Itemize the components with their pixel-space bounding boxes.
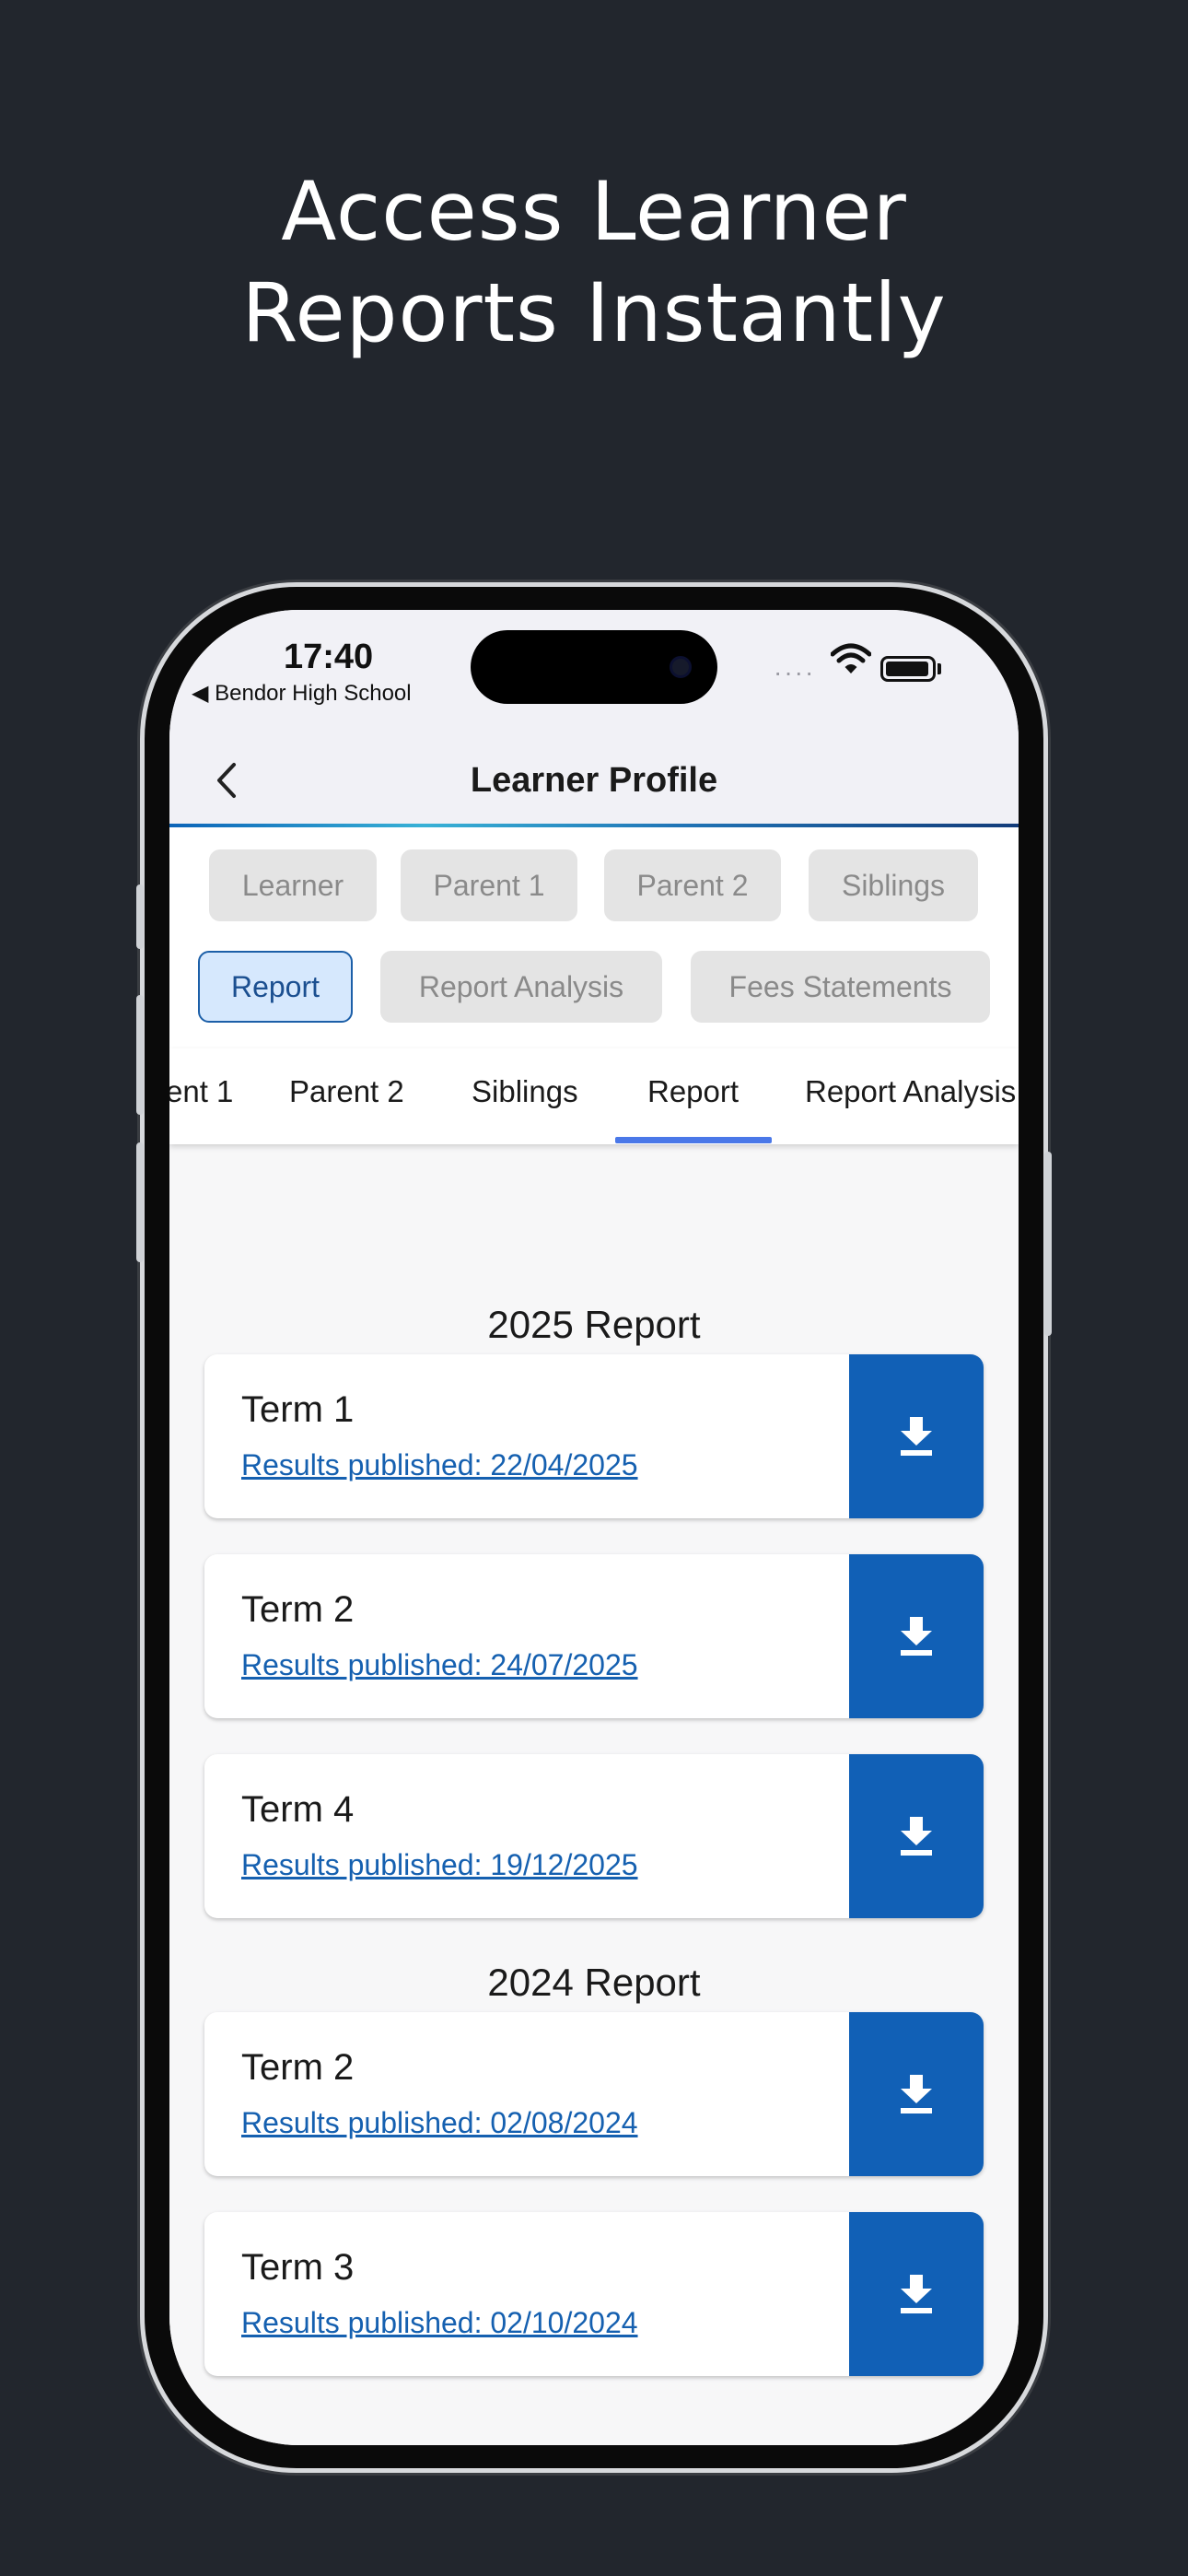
dynamic-island xyxy=(471,630,717,704)
chip-label: Siblings xyxy=(841,868,946,902)
chip-label: Parent 2 xyxy=(636,868,749,902)
chip-siblings[interactable]: Siblings xyxy=(809,849,978,921)
chip-label: Fees Statements xyxy=(728,969,952,1003)
report-card: Term 3 Results published: 02/10/2024 xyxy=(204,2212,984,2376)
chip-label: Report Analysis xyxy=(418,969,624,1003)
report-card: Term 1 Results published: 22/04/2025 xyxy=(204,1354,984,1518)
report-card: Term 4 Results published: 19/12/2025 xyxy=(204,1754,984,1918)
tab-bar: ent 1 Parent 2 Siblings Report Report An… xyxy=(169,1048,1019,1144)
download-icon xyxy=(901,1417,932,1456)
tab-indicator xyxy=(615,1137,772,1143)
chip-label: Parent 1 xyxy=(433,868,545,902)
chip-report[interactable]: Report xyxy=(198,951,353,1023)
term-label: Term 2 xyxy=(241,2047,355,2088)
published-date-link[interactable]: Results published: 02/10/2024 xyxy=(241,2306,638,2340)
tab-parent-1[interactable]: ent 1 xyxy=(169,1074,233,1109)
term-label: Term 2 xyxy=(241,1589,355,1630)
chip-label: Learner xyxy=(241,868,344,902)
phone-volume-up-button xyxy=(136,995,144,1115)
download-button[interactable] xyxy=(849,1554,984,1718)
phone-screen: 17:40 ◀ Bendor High School ···· Learner … xyxy=(169,610,1019,2445)
nav-bar: Learner Profile xyxy=(169,739,1019,824)
download-icon xyxy=(901,1817,932,1856)
term-label: Term 1 xyxy=(241,1389,355,1430)
chip-parent-2[interactable]: Parent 2 xyxy=(604,849,781,921)
cellular-signal-icon: ···· xyxy=(774,658,816,686)
download-button[interactable] xyxy=(849,2012,984,2176)
battery-cap xyxy=(938,663,941,674)
phone-silent-switch xyxy=(136,884,144,949)
wifi-icon xyxy=(831,643,871,673)
promo-headline-line-2: Reports Instantly xyxy=(241,265,947,360)
published-date-link[interactable]: Results published: 24/07/2025 xyxy=(241,1648,638,1682)
page-title: Learner Profile xyxy=(470,761,718,800)
battery-icon xyxy=(880,656,936,682)
published-date-link[interactable]: Results published: 22/04/2025 xyxy=(241,1448,638,1482)
promo-headline: Access Learner Reports Instantly xyxy=(0,161,1188,364)
download-icon xyxy=(901,2075,932,2113)
tab-siblings[interactable]: Siblings xyxy=(472,1074,578,1109)
status-bar: 17:40 ◀ Bendor High School ···· xyxy=(169,610,1019,739)
back-to-app-link[interactable]: ◀ Bendor High School xyxy=(192,680,412,707)
phone-volume-down-button xyxy=(136,1142,144,1262)
camera-icon xyxy=(670,656,692,678)
report-card: Term 2 Results published: 24/07/2025 xyxy=(204,1554,984,1718)
promo-headline-line-1: Access Learner xyxy=(281,164,907,259)
report-year-title: 2024 Report xyxy=(487,1961,701,2004)
download-button[interactable] xyxy=(849,2212,984,2376)
phone-power-button xyxy=(1044,1152,1052,1336)
published-date-link[interactable]: Results published: 02/08/2024 xyxy=(241,2106,638,2140)
download-icon xyxy=(901,1617,932,1656)
chip-fees-statements[interactable]: Fees Statements xyxy=(691,951,990,1023)
report-card: Term 2 Results published: 02/08/2024 xyxy=(204,2012,984,2176)
tab-parent-2[interactable]: Parent 2 xyxy=(289,1074,404,1109)
tab-report-analysis[interactable]: Report Analysis xyxy=(805,1074,1016,1109)
report-year-title: 2025 Report xyxy=(487,1303,701,1346)
download-icon xyxy=(901,2275,932,2313)
term-label: Term 3 xyxy=(241,2247,355,2288)
section-chips: Learner Parent 1 Parent 2 Siblings Repor… xyxy=(169,827,1019,1048)
tab-report[interactable]: Report xyxy=(647,1074,739,1109)
term-label: Term 4 xyxy=(241,1789,355,1830)
status-time: 17:40 xyxy=(284,638,374,676)
chip-report-analysis[interactable]: Report Analysis xyxy=(380,951,662,1023)
download-button[interactable] xyxy=(849,1354,984,1518)
published-date-link[interactable]: Results published: 19/12/2025 xyxy=(241,1848,638,1882)
chip-label: Report xyxy=(230,969,320,1003)
chip-learner[interactable]: Learner xyxy=(209,849,377,921)
download-button[interactable] xyxy=(849,1754,984,1918)
chip-parent-1[interactable]: Parent 1 xyxy=(401,849,577,921)
report-list: 2025 Report Term 1 Results published: 22… xyxy=(169,1163,1019,2445)
